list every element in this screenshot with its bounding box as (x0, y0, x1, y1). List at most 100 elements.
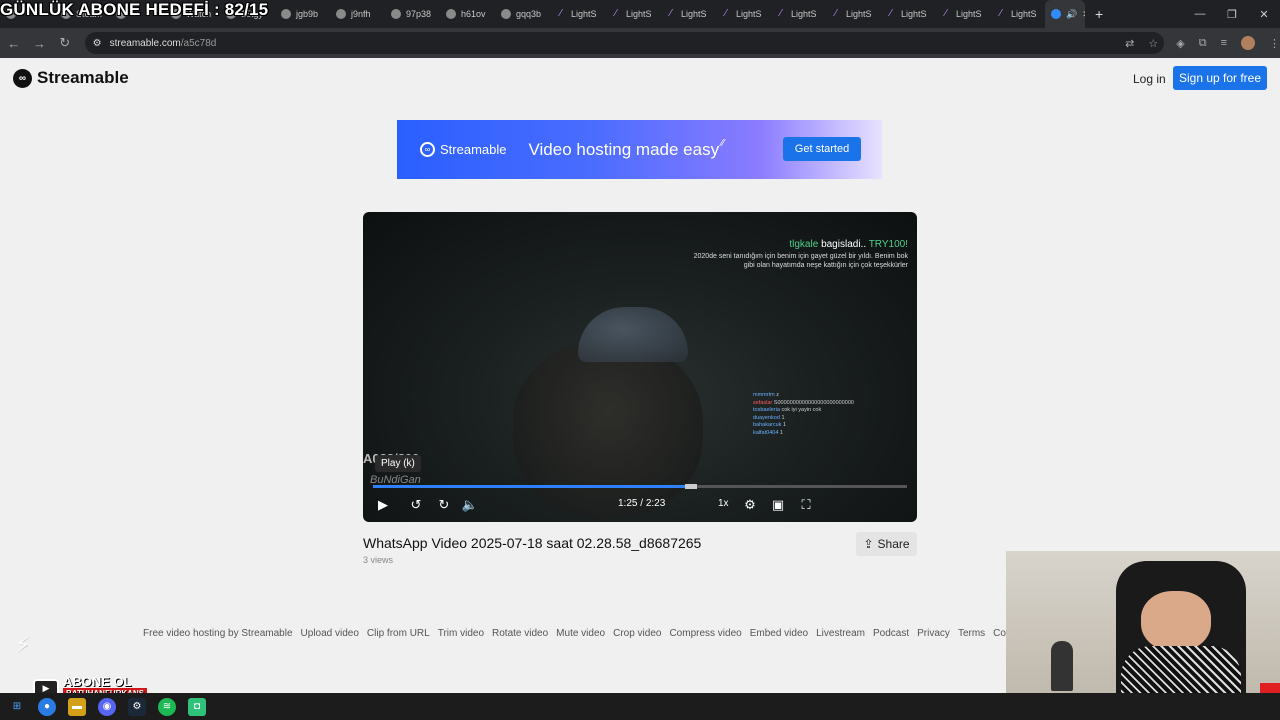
windows-start-icon[interactable]: ⊞ (8, 698, 26, 716)
feather-icon: ⁄ (890, 8, 892, 19)
banner-logo-text: Streamable (440, 142, 507, 157)
tab-9[interactable]: gqq3b (495, 0, 550, 28)
puzzle-extensions-icon[interactable]: ⧉ (1199, 37, 1207, 50)
tab-14[interactable]: ⁄ LightS (770, 0, 825, 28)
profile-avatar-icon[interactable] (1240, 36, 1255, 50)
media-control-icon[interactable]: ≡ (1221, 37, 1227, 49)
extension-icon[interactable]: ◈ (1176, 37, 1184, 50)
footer-link[interactable]: Terms (958, 628, 985, 639)
streamable-logo-icon: ∞ (13, 68, 32, 88)
login-link[interactable]: Log in (1133, 72, 1166, 86)
footer-link[interactable]: Podcast (873, 628, 909, 639)
streamable-favicon-icon (1051, 9, 1061, 19)
tab-label: LightS (736, 9, 762, 19)
get-started-button[interactable]: Get started (783, 137, 861, 161)
fullscreen-icon[interactable]: ⛶ (797, 496, 815, 514)
progress-bar[interactable] (373, 484, 907, 489)
tab-16[interactable]: ⁄ LightS (880, 0, 935, 28)
footer-link[interactable]: Upload video (301, 628, 359, 639)
streamable-logo-icon: ∞ (420, 142, 435, 157)
donation-message: 2020de seni tanıdığım için benim için ga… (693, 253, 908, 269)
settings-gear-icon[interactable]: ⚙ (741, 496, 759, 514)
time-total: 2:23 (645, 498, 666, 509)
play-icon[interactable]: ▶ (374, 496, 392, 514)
chat-line: duayenkod 1 (753, 415, 913, 423)
playback-speed-button[interactable]: 1x (718, 498, 729, 509)
restore-icon[interactable]: ❐ (1216, 0, 1248, 28)
back-arrow-icon[interactable]: ← (2, 31, 26, 55)
donation-alert: tlgkale bagisladi.. TRY100! 2020de seni … (693, 239, 908, 270)
rewind-icon[interactable]: ↺ (407, 496, 425, 514)
tab-7[interactable]: 97p38 (385, 0, 440, 28)
banner-logo: ∞ Streamable (420, 142, 506, 157)
tab-15[interactable]: ⁄ LightS (825, 0, 880, 28)
bookmark-star-icon[interactable]: ☆ (1148, 37, 1158, 50)
volume-icon[interactable]: 🔈 (461, 496, 479, 514)
tab-label: h61ov (461, 9, 486, 19)
footer-link[interactable]: Compress video (669, 628, 741, 639)
tab-18[interactable]: ⁄ LightS (990, 0, 1045, 28)
close-window-icon[interactable]: ✕ (1248, 0, 1280, 28)
chat-text: 1 (782, 422, 787, 428)
logo-text: Streamable (37, 68, 129, 87)
minimize-icon[interactable]: — (1184, 0, 1216, 28)
streamable-logo[interactable]: ∞ Streamable (13, 68, 129, 88)
new-tab-button[interactable]: + (1085, 6, 1113, 22)
tab-streamable-active[interactable]: 🔊 ✕ (1045, 0, 1085, 28)
footer-link[interactable]: Livestream (816, 628, 865, 639)
footer-link[interactable]: Privacy (917, 628, 950, 639)
feather-icon: ⁄ (835, 8, 837, 19)
footer-link[interactable]: Crop video (613, 628, 661, 639)
footer-link[interactable]: Clip from URL (367, 628, 430, 639)
tab-label: LightS (571, 9, 597, 19)
tab-10[interactable]: ⁄ LightS (550, 0, 605, 28)
tab-13[interactable]: ⁄ LightS (715, 0, 770, 28)
video-player[interactable]: tlgkale bagisladi.. TRY100! 2020de seni … (363, 212, 917, 522)
site-info-icon[interactable]: ⚙ (93, 38, 102, 49)
footer-link[interactable]: Rotate video (492, 628, 548, 639)
fast-forward-icon[interactable]: ↻ (435, 496, 453, 514)
tab-11[interactable]: ⁄ LightS (605, 0, 660, 28)
tab-label: LightS (846, 9, 872, 19)
share-button[interactable]: ⇪ Share (856, 532, 917, 556)
tab-8[interactable]: h61ov (440, 0, 495, 28)
translate-icon[interactable]: ⇄ (1125, 37, 1134, 50)
subscriber-goal-overlay: GÜNLÜK ABONE HEDEFİ : 82/15 (0, 0, 269, 19)
progress-knob[interactable] (684, 484, 697, 489)
window-controls: — ❐ ✕ (1184, 0, 1280, 28)
signup-button[interactable]: Sign up for free (1173, 66, 1267, 90)
spotify-icon[interactable]: ≋ (158, 697, 176, 716)
chat-line: sefaslar S0000000000000000000000000 (753, 400, 913, 408)
chat-line: kalfat0404 1 (753, 430, 913, 438)
picture-in-picture-icon[interactable]: ▣ (769, 496, 787, 514)
chrome-icon[interactable]: ● (38, 697, 56, 716)
tab-12[interactable]: ⁄ LightS (660, 0, 715, 28)
streamer-logo-watermark: ⚡ (15, 632, 31, 657)
time-current: 1:25 (618, 498, 638, 509)
globe-icon (281, 9, 291, 19)
file-explorer-icon[interactable]: ▬ (68, 697, 86, 716)
tab-17[interactable]: ⁄ LightS (935, 0, 990, 28)
tab-5[interactable]: jgb9b (275, 0, 330, 28)
donation-verb: bagisladi.. (821, 239, 867, 250)
promo-banner[interactable]: ∞ Streamable Video hosting made easy ⁄⁄ … (397, 120, 882, 179)
tab-label: LightS (901, 9, 927, 19)
tab-label: gqq3b (516, 9, 542, 19)
footer-link[interactable]: Free video hosting by Streamable (143, 628, 293, 639)
forward-arrow-icon[interactable]: → (28, 31, 52, 55)
menu-kebab-icon[interactable]: ⋮ (1269, 37, 1280, 50)
feather-icon: ⁄ (670, 8, 672, 19)
app-icon[interactable]: ◘ (188, 697, 206, 716)
footer-link[interactable]: Mute video (556, 628, 605, 639)
tab-label: 97p38 (406, 9, 432, 19)
tab-6[interactable]: j9nfh (330, 0, 385, 28)
url-input[interactable]: ⚙ streamable.com/a5c78d ⇄ ☆ (84, 32, 1165, 54)
donation-user: tlgkale (789, 239, 819, 250)
footer-link[interactable]: Trim video (438, 628, 484, 639)
discord-icon[interactable]: ◉ (98, 697, 116, 716)
reload-icon[interactable]: ↻ (53, 31, 77, 55)
footer-link[interactable]: Embed video (750, 628, 808, 639)
stream-chat: mmmrtm z sefaslar S0000000000000000000000… (753, 392, 913, 437)
video-frame-person (513, 342, 703, 517)
steam-icon[interactable]: ⚙ (128, 697, 146, 716)
